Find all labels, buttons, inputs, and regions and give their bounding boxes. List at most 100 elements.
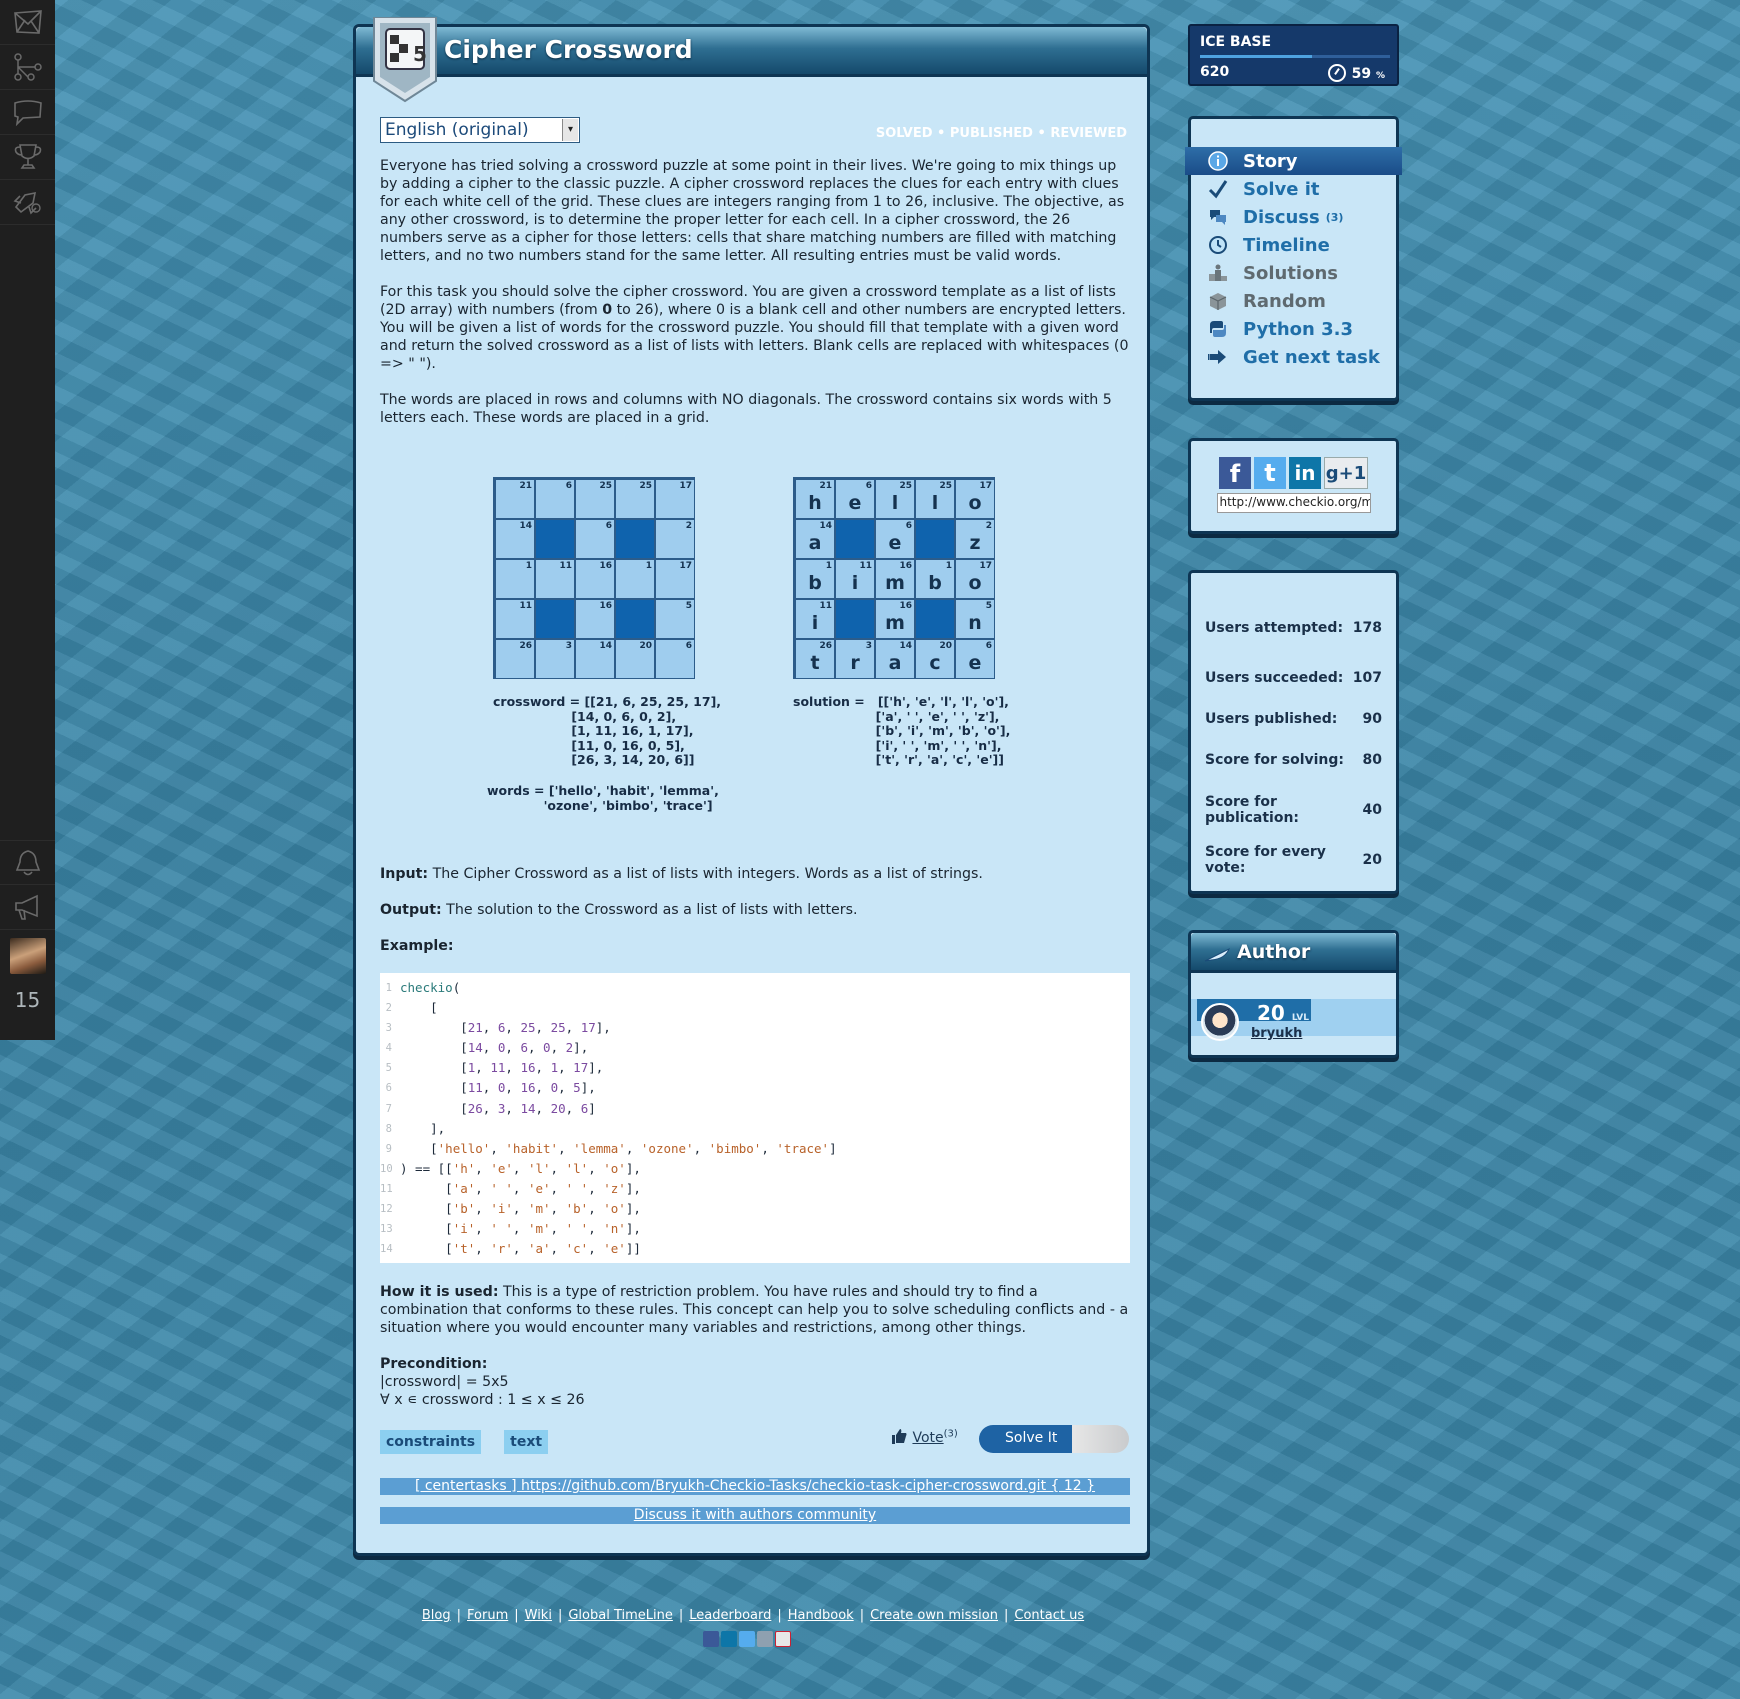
- menu-item-random[interactable]: Random: [1191, 287, 1396, 315]
- stat-row: Users attempted: 178: [1191, 603, 1396, 653]
- author-avatar[interactable]: [1201, 1003, 1239, 1041]
- bell-icon[interactable]: [0, 840, 55, 885]
- mission-stats: Users attempted: 178 Users succeeded: 107 Us…: [1188, 570, 1399, 894]
- cell-number: 1: [945, 561, 952, 571]
- python-icon: [1207, 318, 1229, 340]
- gmail-icon[interactable]: [775, 1631, 791, 1647]
- cell-number: 1: [645, 561, 652, 571]
- cell-letter: o: [968, 492, 982, 514]
- output-section: Output: The solution to the Crossword as…: [380, 901, 1130, 919]
- linkedin-icon[interactable]: in: [1289, 457, 1321, 489]
- cell-number: 17: [679, 561, 692, 571]
- stat-label: Score for solving:: [1205, 752, 1345, 768]
- line-number: 10: [380, 1162, 393, 1175]
- stat-row: Score for solving: 80: [1191, 735, 1396, 785]
- footer-social: [703, 1631, 791, 1647]
- trophy-icon[interactable]: [0, 135, 55, 180]
- page-title: Cipher Crossword: [444, 35, 693, 64]
- linkedin-icon[interactable]: [721, 1631, 737, 1647]
- facebook-icon[interactable]: f: [1219, 457, 1251, 489]
- cell-letter: a: [888, 652, 902, 674]
- how-used-section: How it is used: This is a type of restri…: [380, 1283, 1130, 1337]
- solve-it-button[interactable]: Solve It: [979, 1425, 1129, 1453]
- cell-letter: e: [888, 532, 902, 554]
- blank-cell: [915, 519, 955, 559]
- footer-link-handbook[interactable]: Handbook: [788, 1608, 854, 1623]
- code-line: 3 [21, 6, 25, 25, 17],: [380, 1018, 1130, 1038]
- author-box: Author 20 LVL bryukh: [1188, 930, 1399, 1058]
- author-header: Author: [1191, 933, 1396, 973]
- how-used-label: How it is used:: [380, 1284, 499, 1300]
- envelope-icon[interactable]: [0, 0, 55, 45]
- chevron-down-icon[interactable]: ▾: [562, 119, 578, 141]
- example-code-block[interactable]: 1 checkio(2 [3 [21, 6, 25, 25, 17], 4 [14,…: [380, 973, 1130, 1263]
- footer-link-blog[interactable]: Blog: [422, 1608, 451, 1623]
- speech-bubbles-icon: [1207, 206, 1229, 228]
- vote-control[interactable]: Vote(3): [890, 1427, 958, 1449]
- grid-cell: 11 i: [795, 599, 835, 639]
- grid-cell: 20: [615, 639, 655, 679]
- menu-item-label: Random: [1243, 290, 1326, 312]
- menu-item-solutions[interactable]: Solutions: [1191, 259, 1396, 287]
- author-name-link[interactable]: bryukh: [1251, 1026, 1302, 1041]
- grid-cell: 6: [535, 479, 575, 519]
- hierarchy-icon[interactable]: [0, 45, 55, 90]
- share-url-field[interactable]: http://www.checkio.org/mis: [1216, 493, 1371, 513]
- tag-constraints[interactable]: constraints: [380, 1430, 482, 1454]
- footer-link-create-own-mission[interactable]: Create own mission: [870, 1608, 998, 1623]
- crossword-illustration: 21 6 25 25 17 14 6 2 1 11 16 1 17 11 16 5 26 3 14 20 6 21 h 6 e…: [380, 477, 1130, 857]
- footer-link-global-timeline[interactable]: Global TimeLine: [568, 1608, 673, 1623]
- code-text: [26, 3, 14, 20, 6]: [400, 1100, 596, 1116]
- solution-grid: 21 h 6 e 25 l 25 l 17 o 14 a 6 e 2 z 1 b 11 i 16 m 1 b 17 o 11 i 16 m…: [793, 477, 995, 679]
- vote-link[interactable]: Vote: [912, 1430, 943, 1446]
- ice-base-widget[interactable]: ICE BASE 620 59 %: [1188, 24, 1399, 86]
- footer-link-contact-us[interactable]: Contact us: [1014, 1608, 1084, 1623]
- footer-link-forum[interactable]: Forum: [467, 1608, 508, 1623]
- footer-link-wiki[interactable]: Wiki: [525, 1608, 552, 1623]
- grid-cell: 16 m: [875, 559, 915, 599]
- menu-item-timeline[interactable]: Timeline: [1191, 231, 1396, 259]
- input-label: Input:: [380, 866, 429, 882]
- blank-cell: [535, 519, 575, 559]
- menu-item-solve-it[interactable]: Solve it: [1191, 175, 1396, 203]
- menu-item-story[interactable]: Story: [1185, 147, 1402, 175]
- rocket-icon[interactable]: [0, 180, 55, 225]
- ice-base-title: ICE BASE: [1200, 34, 1272, 50]
- repository-link[interactable]: [ centertasks ] https://github.com/Bryuk…: [380, 1478, 1130, 1495]
- grid-cell: 11: [535, 559, 575, 599]
- google-plus-icon[interactable]: [757, 1631, 773, 1647]
- description-paragraph: Everyone has tried solving a crossword p…: [380, 158, 1125, 264]
- checkmark-icon: [1207, 178, 1229, 200]
- footer-separator: |: [456, 1608, 462, 1623]
- footer-separator: |: [678, 1608, 684, 1623]
- tag-text[interactable]: text: [504, 1430, 549, 1454]
- code-line: 14 ['t', 'r', 'a', 'c', 'e']]: [380, 1239, 1130, 1259]
- cell-letter: c: [929, 652, 941, 674]
- cell-number: 14: [519, 521, 532, 531]
- grid-cell: 6: [655, 639, 695, 679]
- discuss-community-link[interactable]: Discuss it with authors community: [380, 1507, 1130, 1524]
- menu-item-get-next-task[interactable]: Get next task: [1191, 343, 1396, 371]
- stat-label: Score for every vote:: [1205, 844, 1326, 876]
- code-line: 7 [26, 3, 14, 20, 6]: [380, 1099, 1130, 1119]
- stat-row: Users succeeded: 107: [1191, 653, 1396, 703]
- tag-list: constraints text: [380, 1430, 566, 1454]
- code-line: 11 ['a', ' ', 'e', ' ', 'z'],: [380, 1179, 1130, 1199]
- language-select[interactable]: English (original) ▾: [380, 117, 580, 143]
- output-text: The solution to the Crossword as a list …: [446, 902, 858, 918]
- menu-item-python-3-3[interactable]: Python 3.3: [1191, 315, 1396, 343]
- google-plus-one-icon[interactable]: g+1: [1324, 457, 1368, 489]
- speech-bubble-icon[interactable]: [0, 90, 55, 135]
- cell-number: 25: [639, 481, 652, 491]
- facebook-icon[interactable]: [703, 1631, 719, 1647]
- precondition-line: |crossword| = 5x5: [380, 1374, 509, 1390]
- thumbs-up-icon[interactable]: [890, 1427, 908, 1449]
- twitter-icon[interactable]: [739, 1631, 755, 1647]
- menu-item-discuss[interactable]: Discuss (3): [1191, 203, 1396, 231]
- twitter-icon[interactable]: t: [1254, 457, 1286, 489]
- cell-letter: t: [810, 652, 820, 674]
- megaphone-icon[interactable]: [0, 885, 55, 930]
- footer-link-leaderboard[interactable]: Leaderboard: [689, 1608, 771, 1623]
- avatar[interactable]: [9, 938, 46, 974]
- grid-cell: 25: [615, 479, 655, 519]
